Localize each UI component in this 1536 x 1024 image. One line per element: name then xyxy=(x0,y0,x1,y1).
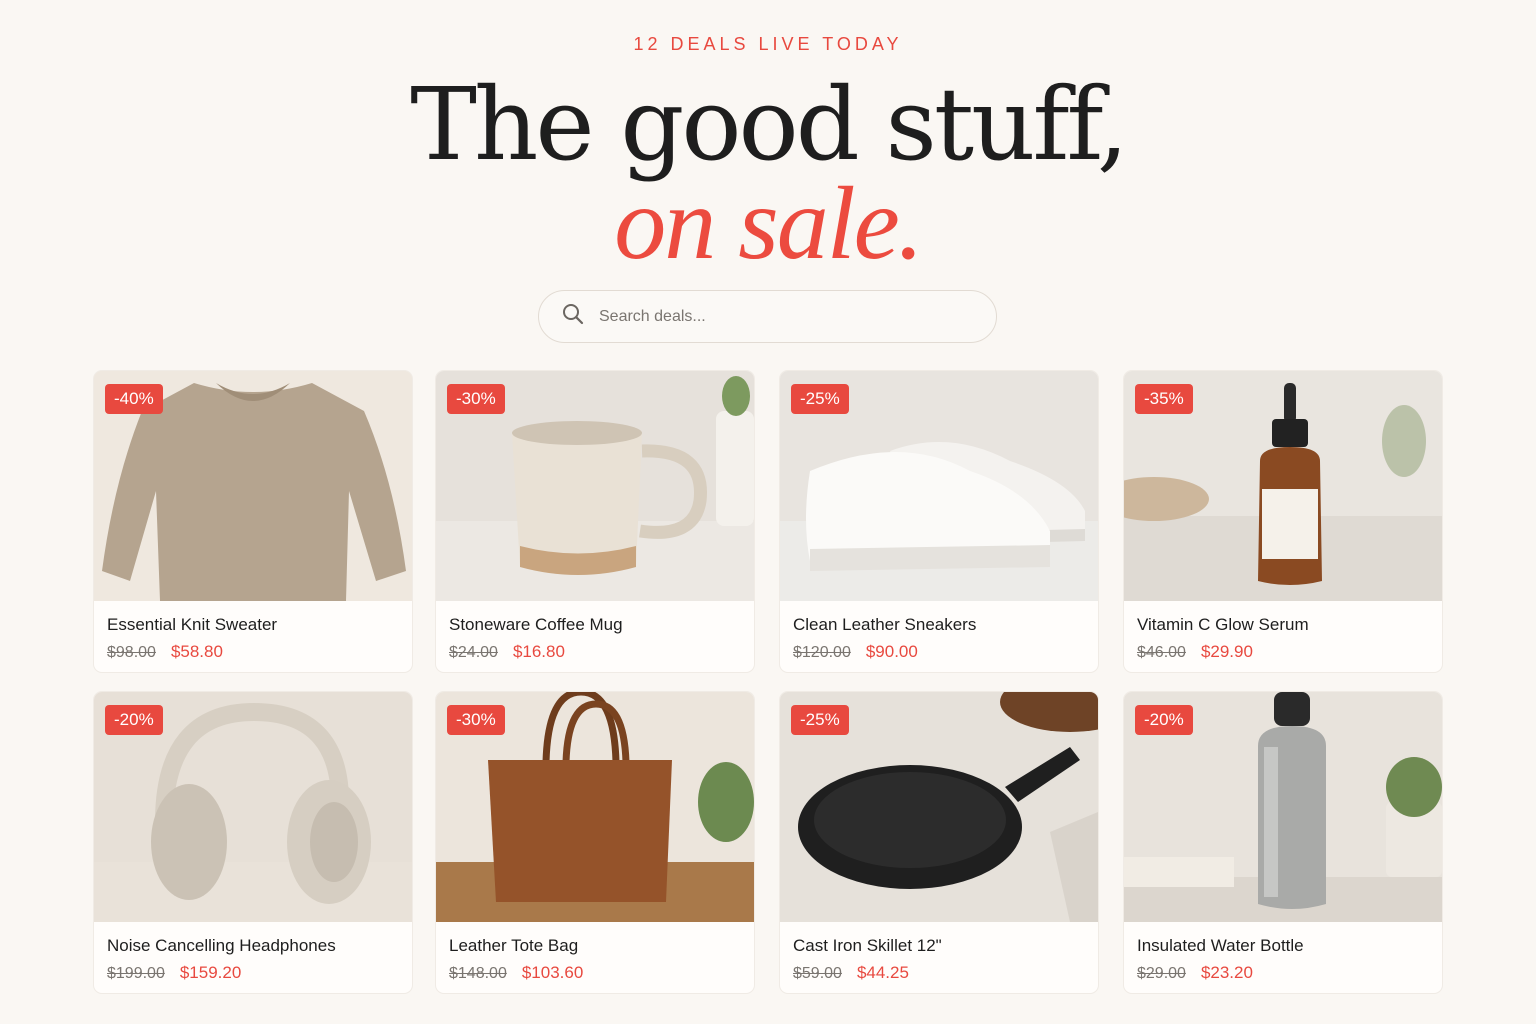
product-name[interactable]: Clean Leather Sneakers xyxy=(793,615,976,635)
product-card[interactable]: -25% Cast Iron Skillet 12" $59.00 $44.25 xyxy=(780,692,1098,993)
product-name[interactable]: Leather Tote Bag xyxy=(449,936,578,956)
original-price: $29.00 xyxy=(1137,965,1186,982)
original-price: $199.00 xyxy=(107,965,165,982)
discount-badge: -20% xyxy=(105,705,163,735)
product-name[interactable]: Noise Cancelling Headphones xyxy=(107,936,336,956)
price-row: $46.00 $29.90 xyxy=(1137,642,1253,662)
product-name[interactable]: Vitamin C Glow Serum xyxy=(1137,615,1309,635)
discount-badge: -30% xyxy=(447,705,505,735)
sale-price: $23.20 xyxy=(1200,963,1253,982)
original-price: $148.00 xyxy=(449,965,507,982)
price-row: $199.00 $159.20 xyxy=(107,963,241,983)
product-name[interactable]: Cast Iron Skillet 12" xyxy=(793,936,942,956)
original-price: $120.00 xyxy=(793,644,851,661)
search-bar[interactable] xyxy=(538,290,997,343)
discount-badge: -25% xyxy=(791,384,849,414)
original-price: $24.00 xyxy=(449,644,498,661)
sale-price: $44.25 xyxy=(856,963,909,982)
search-input[interactable] xyxy=(599,307,959,326)
product-card[interactable]: -40% Essential Knit Sweater $98.00 $58.80 xyxy=(94,371,412,672)
price-row: $24.00 $16.80 xyxy=(449,642,565,662)
price-row: $59.00 $44.25 xyxy=(793,963,909,983)
product-card[interactable]: -35% Vitamin C Glow Serum $46.00 $29.90 xyxy=(1124,371,1442,672)
sale-price: $16.80 xyxy=(512,642,565,661)
sale-price: $159.20 xyxy=(179,963,242,982)
page-title: The good stuff, xyxy=(410,66,1128,183)
original-price: $59.00 xyxy=(793,965,842,982)
product-name[interactable]: Stoneware Coffee Mug xyxy=(449,615,623,635)
product-name[interactable]: Essential Knit Sweater xyxy=(107,615,277,635)
sale-price: $29.90 xyxy=(1200,642,1253,661)
product-card[interactable]: -20% Noise Cancelling Headphones $199.00… xyxy=(94,692,412,993)
price-row: $98.00 $58.80 xyxy=(107,642,223,662)
sale-price: $90.00 xyxy=(865,642,918,661)
product-card[interactable]: -30% Stoneware Coffee Mug $24.00 $16.80 xyxy=(436,371,754,672)
original-price: $46.00 xyxy=(1137,644,1186,661)
product-card[interactable]: -20% Insulated Water Bottle $29.00 $23.20 xyxy=(1124,692,1442,993)
product-card[interactable]: -25% Clean Leather Sneakers $120.00 $90.0… xyxy=(780,371,1098,672)
discount-badge: -35% xyxy=(1135,384,1193,414)
page-title-accent: on sale. xyxy=(614,166,924,281)
discount-badge: -20% xyxy=(1135,705,1193,735)
sale-price: $58.80 xyxy=(170,642,223,661)
sale-price: $103.60 xyxy=(521,963,584,982)
price-row: $29.00 $23.20 xyxy=(1137,963,1253,983)
discount-badge: -25% xyxy=(791,705,849,735)
price-row: $120.00 $90.00 xyxy=(793,642,918,662)
product-card[interactable]: -30% Leather Tote Bag $148.00 $103.60 xyxy=(436,692,754,993)
product-name[interactable]: Insulated Water Bottle xyxy=(1137,936,1304,956)
discount-badge: -40% xyxy=(105,384,163,414)
eyebrow-label: 12 DEALS LIVE TODAY xyxy=(633,34,903,54)
original-price: $98.00 xyxy=(107,644,156,661)
search-icon xyxy=(561,302,585,331)
price-row: $148.00 $103.60 xyxy=(449,963,583,983)
discount-badge: -30% xyxy=(447,384,505,414)
